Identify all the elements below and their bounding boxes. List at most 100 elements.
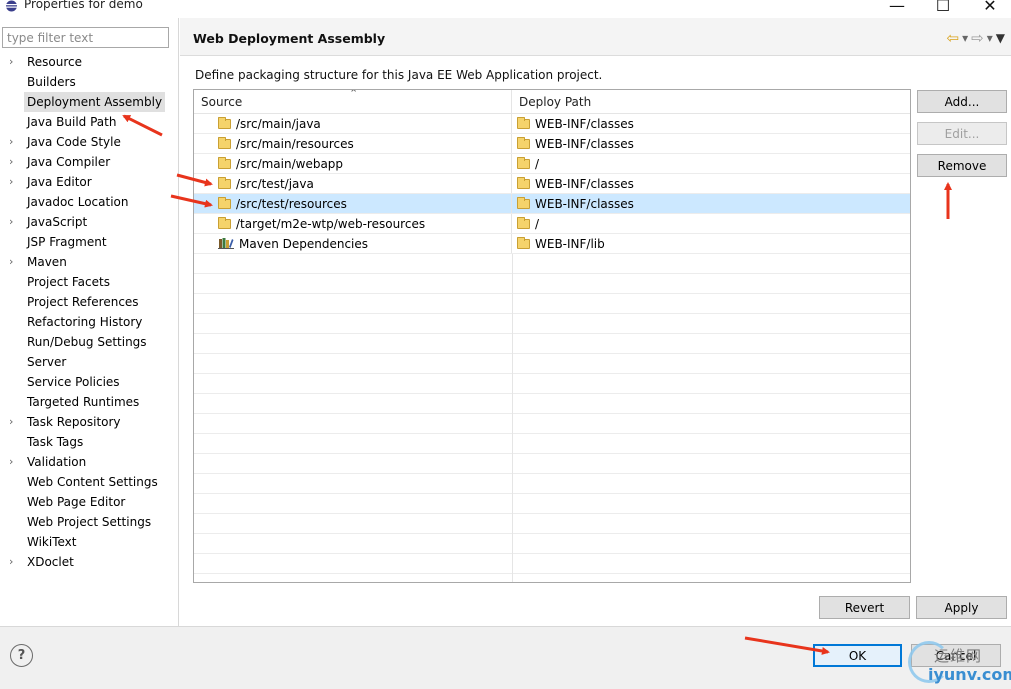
deploy-path: WEB-INF/classes xyxy=(535,197,634,211)
maximize-button[interactable]: ☐ xyxy=(933,0,953,15)
tree-item[interactable]: Project References xyxy=(0,292,179,312)
table-row[interactable]: /src/main/resources WEB-INF/classes xyxy=(194,134,910,154)
empty-table-row xyxy=(194,334,910,354)
tree-item[interactable]: Web Content Settings xyxy=(0,472,179,492)
tree-item-label: Java Code Style xyxy=(27,135,121,149)
chevron-right-icon[interactable]: › xyxy=(9,152,19,172)
tree-item[interactable]: Run/Debug Settings xyxy=(0,332,179,352)
tree-item[interactable]: Web Project Settings xyxy=(0,512,179,532)
edit-button[interactable]: Edit... xyxy=(917,122,1007,145)
tree-item[interactable]: › Java Compiler xyxy=(0,152,179,172)
tree-item[interactable]: › Resource xyxy=(0,52,179,72)
empty-table-row xyxy=(194,534,910,554)
back-history-dropdown-icon[interactable]: ▾ xyxy=(962,31,968,45)
tree-item[interactable]: › Validation xyxy=(0,452,179,472)
tree-item-label: Builders xyxy=(27,75,76,89)
add-button[interactable]: Add... xyxy=(917,90,1007,113)
help-icon[interactable]: ? xyxy=(10,644,33,667)
column-header-source[interactable]: Source ⌃ xyxy=(194,90,512,114)
folder-icon xyxy=(517,157,530,169)
empty-table-row xyxy=(194,294,910,314)
minimize-icon: — xyxy=(889,0,905,15)
tree-item[interactable]: Refactoring History xyxy=(0,312,179,332)
table-row[interactable]: /src/test/resources WEB-INF/classes xyxy=(194,194,910,214)
deploy-path-cell: WEB-INF/classes xyxy=(512,114,910,133)
source-path: /target/m2e-wtp/web-resources xyxy=(236,217,426,231)
tree-item[interactable]: › Java Code Style xyxy=(0,132,179,152)
folder-icon xyxy=(517,237,530,249)
maximize-icon: ☐ xyxy=(935,0,951,15)
apply-button[interactable]: Apply xyxy=(916,596,1007,619)
chevron-right-icon[interactable]: › xyxy=(9,52,19,72)
tree-item[interactable]: Server xyxy=(0,352,179,372)
remove-button[interactable]: Remove xyxy=(917,154,1007,177)
tree-item-label: Resource xyxy=(27,55,83,69)
empty-table-row xyxy=(194,494,910,514)
table-row[interactable]: Maven Dependencies WEB-INF/lib xyxy=(194,234,910,254)
tree-item[interactable]: Web Page Editor xyxy=(0,492,179,512)
close-icon: ✕ xyxy=(983,0,997,15)
deploy-path: WEB-INF/lib xyxy=(535,237,605,251)
tree-item[interactable]: JSP Fragment xyxy=(0,232,179,252)
table-row[interactable]: /src/main/java WEB-INF/classes xyxy=(194,114,910,134)
source-path: /src/test/resources xyxy=(236,197,347,211)
table-header: Source ⌃ Deploy Path xyxy=(194,90,910,114)
chevron-right-icon[interactable]: › xyxy=(9,132,19,152)
empty-table-row xyxy=(194,574,910,582)
tree-item[interactable]: Task Tags xyxy=(0,432,179,452)
chevron-right-icon[interactable]: › xyxy=(9,412,19,432)
tree-item[interactable]: WikiText xyxy=(0,532,179,552)
tree-item[interactable]: Builders xyxy=(0,72,179,92)
ok-button[interactable]: OK xyxy=(813,644,902,667)
folder-icon xyxy=(218,157,231,169)
deploy-path-cell: WEB-INF/classes xyxy=(512,194,910,213)
deploy-path: / xyxy=(535,217,540,231)
view-menu-icon[interactable]: ▼ xyxy=(996,31,1005,45)
sort-ascending-icon: ⌃ xyxy=(349,89,359,100)
column-header-deploy-path[interactable]: Deploy Path xyxy=(512,90,910,114)
forward-arrow-icon[interactable]: ⇨ xyxy=(971,29,984,47)
revert-button[interactable]: Revert xyxy=(819,596,910,619)
deploy-path: WEB-INF/classes xyxy=(535,137,634,151)
deploy-path: WEB-INF/classes xyxy=(535,117,634,131)
empty-table-row xyxy=(194,274,910,294)
table-row[interactable]: /target/m2e-wtp/web-resources / xyxy=(194,214,910,234)
deploy-path-cell: / xyxy=(512,214,910,233)
table-row[interactable]: /src/test/java WEB-INF/classes xyxy=(194,174,910,194)
minimize-button[interactable]: — xyxy=(887,0,907,15)
filter-input[interactable] xyxy=(2,27,169,48)
chevron-right-icon[interactable]: › xyxy=(9,172,19,192)
tree-item[interactable]: › Task Repository xyxy=(0,412,179,432)
library-icon xyxy=(218,235,234,249)
empty-table-row xyxy=(194,514,910,534)
tree-item[interactable]: Java Build Path xyxy=(0,112,179,132)
tree-item-label: Web Project Settings xyxy=(27,515,152,529)
tree-item[interactable]: Service Policies xyxy=(0,372,179,392)
column-header-source-label: Source xyxy=(201,95,243,109)
source-cell: Maven Dependencies xyxy=(194,234,512,253)
folder-icon xyxy=(517,217,530,229)
close-window-button[interactable]: ✕ xyxy=(980,0,1000,15)
tree-item[interactable]: › Maven xyxy=(0,252,179,272)
tree-item[interactable]: Javadoc Location xyxy=(0,192,179,212)
tree-item[interactable]: › JavaScript xyxy=(0,212,179,232)
window-title: Properties for demo xyxy=(24,0,143,11)
table-row[interactable]: /src/main/webapp / xyxy=(194,154,910,174)
chevron-right-icon[interactable]: › xyxy=(9,452,19,472)
folder-icon xyxy=(218,137,231,149)
chevron-right-icon[interactable]: › xyxy=(9,552,19,572)
tree-item[interactable]: Targeted Runtimes xyxy=(0,392,179,412)
forward-history-dropdown-icon[interactable]: ▾ xyxy=(987,31,993,45)
tree-item-label: Web Page Editor xyxy=(27,495,126,509)
source-cell: /src/main/java xyxy=(194,114,512,133)
tree-item[interactable]: › XDoclet xyxy=(0,552,179,572)
back-arrow-icon[interactable]: ⇦ xyxy=(947,29,960,47)
tree-item-label: Targeted Runtimes xyxy=(27,395,140,409)
deploy-path: WEB-INF/classes xyxy=(535,177,634,191)
chevron-right-icon[interactable]: › xyxy=(9,252,19,272)
tree-item[interactable]: Project Facets xyxy=(0,272,179,292)
source-path: /src/main/resources xyxy=(236,137,354,151)
tree-item[interactable]: Deployment Assembly xyxy=(0,92,179,112)
tree-item[interactable]: › Java Editor xyxy=(0,172,179,192)
chevron-right-icon[interactable]: › xyxy=(9,212,19,232)
